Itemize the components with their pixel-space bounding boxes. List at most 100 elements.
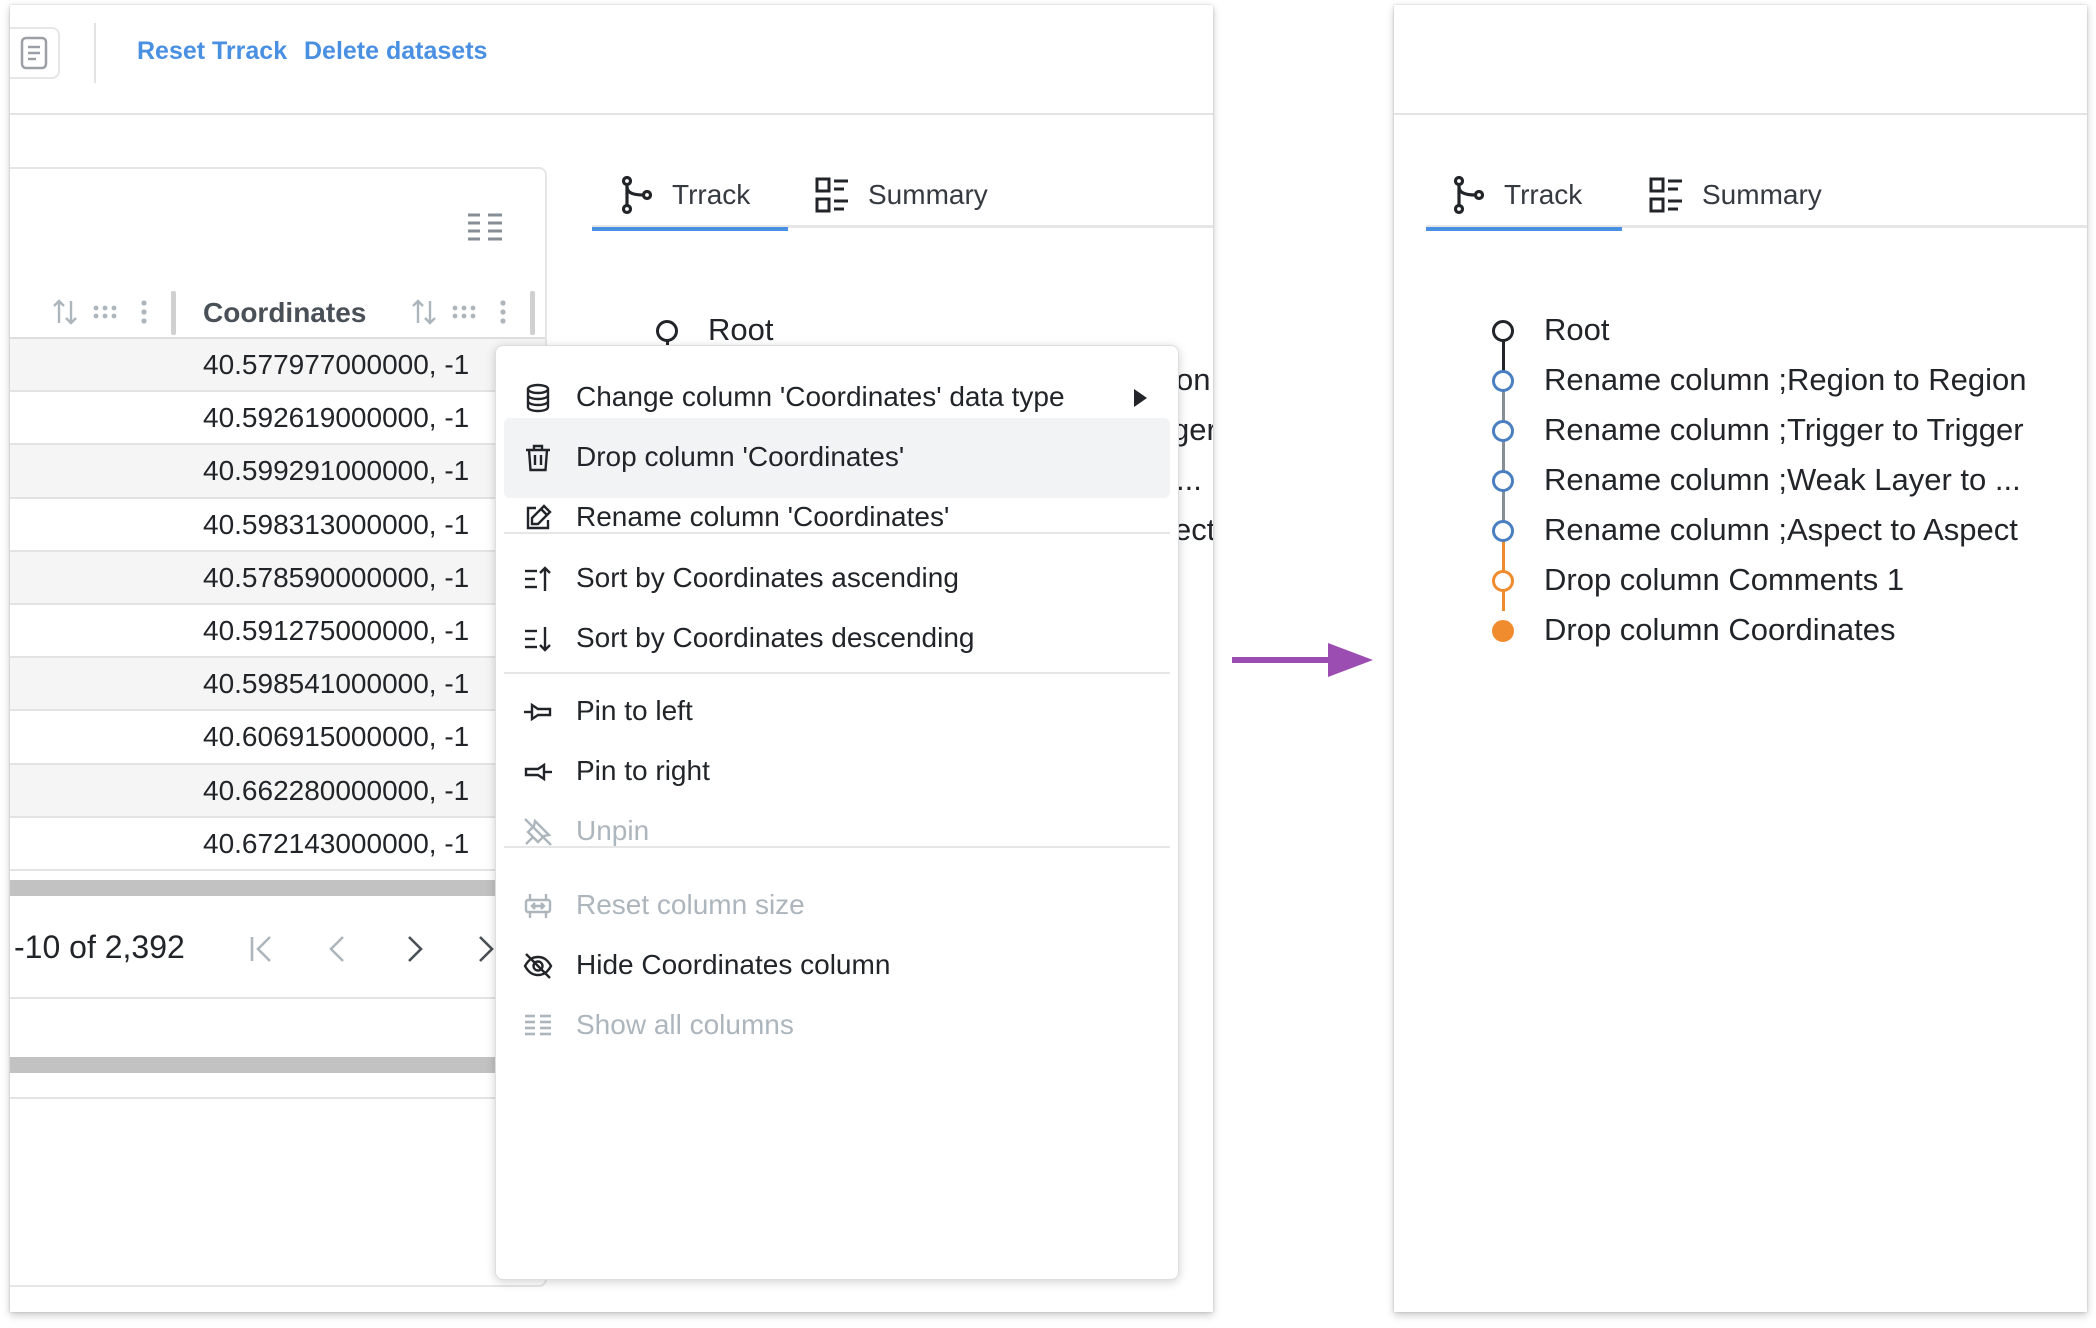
columns-toggle-icon[interactable] — [464, 209, 506, 245]
data-table-card: Coordinates 40.577977000000, -1 40.59261… — [10, 167, 547, 1287]
tree-node-label: Rename column ;Region to Region — [1544, 362, 2027, 397]
coordinates-cell: 40.592619000000, -1 — [203, 402, 470, 434]
coordinates-cell: 40.672143000000, -1 — [203, 827, 470, 859]
reset-trrack-button[interactable]: Reset Trrack — [137, 37, 287, 66]
table-row[interactable]: 40.598313000000, -1 — [10, 499, 545, 552]
node-blue-icon — [1492, 520, 1514, 542]
root-node-icon — [1492, 320, 1514, 342]
table-row[interactable]: 40.672143000000, -1 — [10, 818, 545, 871]
first-page-icon[interactable] — [244, 931, 280, 967]
menu-item-sort-descending[interactable]: Sort by Coordinates descending — [504, 599, 1170, 679]
menu-item-show-all-columns[interactable]: Show all columns — [504, 986, 1170, 1066]
edit-icon — [526, 504, 552, 530]
column-context-menu: Change column 'Coordinates' data type Dr… — [495, 345, 1179, 1280]
horizontal-scrollbar[interactable] — [10, 1057, 545, 1073]
coordinates-cell: 40.598541000000, -1 — [203, 668, 470, 700]
coordinates-cell: 40.578590000000, -1 — [203, 561, 470, 593]
previous-page-icon[interactable] — [320, 931, 356, 967]
top-header — [1394, 5, 2087, 115]
tree-node[interactable]: Rename column ;Trigger to Trigger — [1492, 411, 2082, 451]
table-row[interactable]: 40.606915000000, -1 — [10, 711, 545, 765]
tab-summary[interactable]: Summary — [1648, 162, 1848, 228]
menu-item-label: Unpin — [576, 815, 650, 846]
table-row[interactable]: 40.599291000000, -1 — [10, 445, 545, 499]
before-screenshot-panel: Reset Trrack Delete datasets Coordinates — [10, 5, 1213, 1312]
divider — [10, 1097, 545, 1099]
table-row[interactable]: 40.577977000000, -1 — [10, 339, 545, 393]
table-row[interactable]: 40.592619000000, -1 — [10, 392, 545, 446]
after-screenshot-panel: Trrack Summary Root Rename column ;Regio… — [1394, 5, 2087, 1312]
coordinates-cell: 40.591275000000, -1 — [203, 614, 470, 646]
next-page-icon[interactable] — [396, 931, 432, 967]
node-blue-icon — [1492, 370, 1514, 392]
tabs-bar: Trrack Summary — [592, 162, 1213, 231]
menu-item-label: Pin to right — [576, 755, 710, 786]
tree-node[interactable]: Rename column ;Region to Region — [1492, 361, 2082, 401]
tab-summary-label: Summary — [868, 179, 988, 210]
sort-icon[interactable] — [50, 297, 80, 327]
tree-node[interactable]: Drop column Comments 1 — [1492, 561, 2082, 601]
column-menu-icon[interactable] — [488, 297, 518, 327]
tab-summary[interactable]: Summary — [814, 162, 1014, 228]
tab-trrack[interactable]: Trrack — [1426, 162, 1622, 231]
tab-trrack[interactable]: Trrack — [592, 162, 788, 231]
tab-summary-label: Summary — [1702, 179, 1822, 210]
table-row[interactable]: 40.598541000000, -1 — [10, 658, 545, 712]
tab-trrack-label: Trrack — [672, 179, 751, 210]
menu-item-label: Drop column 'Coordinates' — [576, 441, 905, 472]
coordinates-cell: 40.598313000000, -1 — [203, 508, 470, 540]
column-header-row: Coordinates — [10, 287, 545, 339]
tree-node-label-partial: ... — [1176, 462, 1202, 497]
menu-item-label: Reset column size — [576, 889, 805, 920]
drag-handle-icon[interactable] — [449, 297, 479, 327]
coordinates-cell: 40.662280000000, -1 — [203, 774, 470, 806]
menu-item-label: Sort by Coordinates ascending — [576, 562, 959, 593]
database-icon — [526, 383, 550, 413]
table-row[interactable]: 40.591275000000, -1 — [10, 605, 545, 659]
table-row[interactable]: 40.578590000000, -1 — [10, 551, 545, 605]
column-resize-handle[interactable] — [530, 291, 535, 335]
trrack-tree: Root Rename column ;Region to Region Ren… — [1492, 311, 2082, 651]
sort-icon[interactable] — [409, 297, 439, 327]
tree-node[interactable]: Rename column ;Weak Layer to ... — [1492, 461, 2082, 501]
tree-node-label: Rename column ;Trigger to Trigger — [1544, 412, 2024, 447]
top-header: Reset Trrack Delete datasets — [10, 5, 1213, 115]
menu-item-unpin[interactable]: Unpin — [504, 792, 1170, 872]
table-body: 40.577977000000, -1 40.592619000000, -1 … — [10, 339, 545, 871]
coordinates-column-header[interactable]: Coordinates — [203, 297, 366, 329]
drag-handle-icon[interactable] — [90, 297, 120, 327]
tree-node[interactable]: Rename column ;Aspect to Aspect — [1492, 511, 2082, 551]
tab-trrack-label: Trrack — [1504, 179, 1583, 210]
tree-node-root[interactable]: Root — [1492, 311, 2082, 351]
column-menu-icon[interactable] — [129, 297, 159, 327]
tree-node-label-partial: ect — [1174, 512, 1213, 547]
delete-datasets-button[interactable]: Delete datasets — [304, 37, 487, 66]
menu-item-label: Show all columns — [576, 1009, 794, 1040]
eye-off-icon — [523, 953, 553, 979]
unpin-icon — [524, 818, 552, 846]
menu-divider — [504, 846, 1170, 848]
tree-node-label: Rename column ;Weak Layer to ... — [1544, 462, 2021, 497]
pin-right-icon — [524, 762, 552, 782]
reset-size-icon — [524, 894, 552, 918]
menu-item-label: Sort by Coordinates descending — [576, 622, 975, 653]
pagination-range: -10 of 2,392 — [14, 929, 185, 965]
sort-ascending-icon — [525, 566, 551, 591]
sort-descending-icon — [525, 627, 551, 652]
tree-node-current[interactable]: Drop column Coordinates — [1492, 611, 2082, 651]
horizontal-scrollbar[interactable] — [10, 880, 545, 896]
menu-item-label: Pin to left — [576, 695, 693, 726]
pin-left-icon — [524, 702, 552, 722]
node-blue-icon — [1492, 420, 1514, 442]
table-row[interactable]: 40.662280000000, -1 — [10, 764, 545, 818]
node-current-icon — [1492, 620, 1514, 642]
summary-list-icon — [815, 177, 848, 213]
column-resize-handle[interactable] — [171, 291, 176, 335]
tree-node-label: Root — [1544, 312, 1610, 347]
menu-item-label: Rename column 'Coordinates' — [576, 501, 950, 532]
summary-list-icon — [1649, 177, 1682, 213]
tree-node-label: Drop column Coordinates — [1544, 612, 1896, 647]
coordinates-cell: 40.606915000000, -1 — [203, 721, 470, 753]
document-button[interactable] — [10, 27, 60, 79]
tree-node-label: Rename column ;Aspect to Aspect — [1544, 512, 2018, 547]
